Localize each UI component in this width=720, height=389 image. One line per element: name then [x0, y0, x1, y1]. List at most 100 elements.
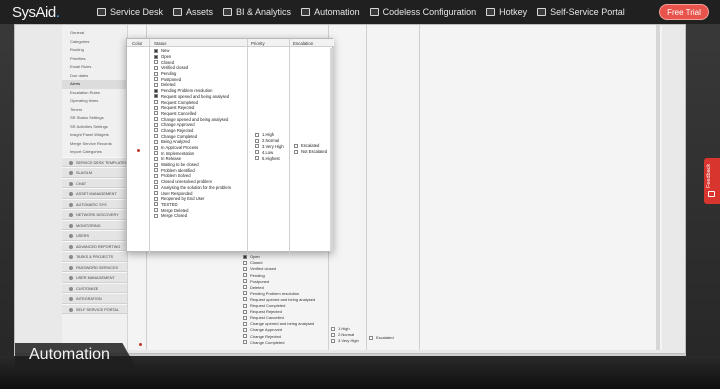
free-trial-button[interactable]: Free Trial: [659, 4, 709, 20]
sidebar-section[interactable]: NETWORK DISCOVERY: [62, 209, 127, 220]
status-checkbox[interactable]: [154, 60, 158, 65]
checkbox[interactable]: [331, 326, 335, 331]
escalation-option[interactable]: Not Escalated: [294, 149, 327, 155]
checkbox[interactable]: [369, 335, 373, 340]
checkbox[interactable]: [243, 321, 247, 326]
checkbox[interactable]: [243, 340, 247, 345]
checkbox[interactable]: [243, 254, 247, 259]
nav-item-assets[interactable]: Assets: [173, 7, 213, 17]
status-checkbox[interactable]: [154, 173, 158, 178]
status-checkbox[interactable]: [154, 139, 158, 144]
status-checkbox[interactable]: [154, 105, 158, 110]
sidebar-subitem[interactable]: Insight Panel Widgets: [62, 131, 127, 140]
status-checkbox[interactable]: [154, 134, 158, 139]
sidebar-section[interactable]: PASSWORD SERVICES: [62, 261, 127, 272]
status-checkbox[interactable]: [154, 77, 158, 82]
sidebar-subitem[interactable]: Merge Service Records: [62, 140, 127, 149]
status-checkbox[interactable]: [154, 196, 158, 201]
checkbox[interactable]: [243, 327, 247, 332]
checkbox[interactable]: [243, 334, 247, 339]
priority-checkbox[interactable]: [255, 156, 259, 161]
status-option[interactable]: Merge Closed: [154, 213, 231, 219]
sidebar-subitem[interactable]: Import Categories: [62, 148, 127, 157]
status-checkbox[interactable]: [154, 117, 158, 122]
escalation-checkbox[interactable]: [294, 143, 298, 148]
sidebar-section[interactable]: AUTOMATIC SYS: [62, 198, 127, 209]
sidebar-section[interactable]: TASKS & PROJECTS: [62, 251, 127, 262]
status-checkbox[interactable]: [154, 191, 158, 196]
status-checkbox[interactable]: [154, 65, 158, 70]
status-checkbox[interactable]: [154, 100, 158, 105]
status-checkbox[interactable]: [154, 151, 158, 156]
status-checkbox[interactable]: [154, 82, 158, 87]
status-checkbox[interactable]: [154, 162, 158, 167]
status-checkbox[interactable]: [154, 54, 158, 59]
sidebar-subitem[interactable]: SR Activities Settings: [62, 123, 127, 132]
sidebar-section[interactable]: MONITORING: [62, 219, 127, 230]
status-checkbox[interactable]: [154, 88, 158, 93]
status-option[interactable]: Change opened and being analysed: [154, 116, 231, 122]
sidebar-subitem[interactable]: Email Rules: [62, 63, 127, 72]
status-checkbox[interactable]: [154, 185, 158, 190]
status-checkbox[interactable]: [154, 128, 158, 133]
priority-option[interactable]: 5.Highest: [255, 155, 284, 161]
checkbox[interactable]: [243, 266, 247, 271]
checkbox[interactable]: [331, 338, 335, 343]
status-checkbox[interactable]: [154, 48, 158, 53]
sidebar-section[interactable]: SERVICE DESK TEMPLATES: [62, 156, 127, 167]
priority-checkbox[interactable]: [255, 150, 259, 155]
status-checkbox[interactable]: [154, 71, 158, 76]
sidebar-section[interactable]: USERS: [62, 230, 127, 241]
status-checkbox[interactable]: [154, 111, 158, 116]
popup-scrollbar[interactable]: [330, 48, 333, 252]
status-checkbox[interactable]: [154, 94, 158, 99]
status-checkbox[interactable]: [154, 213, 158, 218]
status-checkbox[interactable]: [154, 168, 158, 173]
status-option[interactable]: Analysing the solution for the problem: [154, 185, 231, 191]
sidebar-section[interactable]: CUSTOMIZE: [62, 282, 127, 293]
sidebar-subitem[interactable]: Routing: [62, 46, 127, 55]
sidebar-section[interactable]: SLA/SLM: [62, 167, 127, 178]
status-checkbox[interactable]: [154, 145, 158, 150]
sidebar-subitem[interactable]: Timers: [62, 106, 127, 115]
checkbox[interactable]: [243, 291, 247, 296]
sidebar-subitem[interactable]: Categories: [62, 38, 127, 47]
sidebar-section[interactable]: USER MANAGEMENT: [62, 272, 127, 283]
priority-checkbox[interactable]: [255, 132, 259, 137]
sidebar-section[interactable]: ADVANCED REPORTING: [62, 240, 127, 251]
scrollbar[interactable]: [656, 25, 660, 350]
nav-item-service-desk[interactable]: Service Desk: [97, 7, 163, 17]
nav-item-self-service-portal[interactable]: Self-Service Portal: [537, 7, 625, 17]
sidebar-subitem[interactable]: General: [62, 29, 127, 38]
status-checkbox[interactable]: [154, 179, 158, 184]
checkbox[interactable]: [243, 260, 247, 265]
checkbox[interactable]: [331, 332, 335, 337]
nav-item-hotkey[interactable]: Hotkey: [486, 7, 527, 17]
status-checkbox[interactable]: [154, 156, 158, 161]
sysaid-logo[interactable]: SysAid.: [12, 4, 60, 21]
status-option[interactable]: Request opened and being analysed: [154, 94, 231, 100]
sidebar-subitem[interactable]: Priorities: [62, 55, 127, 64]
checkbox[interactable]: [243, 303, 247, 308]
sidebar-subitem[interactable]: Operating times: [62, 97, 127, 106]
sidebar-subitem[interactable]: Escalation Rules: [62, 89, 127, 98]
checkbox[interactable]: [243, 279, 247, 284]
nav-item-automation[interactable]: Automation: [301, 7, 360, 17]
status-checkbox[interactable]: [154, 122, 158, 127]
sidebar-section[interactable]: SELF SERVICE PORTAL: [62, 303, 127, 314]
priority-checkbox[interactable]: [255, 138, 259, 143]
checkbox[interactable]: [243, 309, 247, 314]
escalation-checkbox[interactable]: [294, 149, 298, 154]
sidebar-subitem[interactable]: SR Status Settings: [62, 114, 127, 123]
checkbox[interactable]: [243, 315, 247, 320]
checkbox[interactable]: [243, 285, 247, 290]
nav-item-bi-analytics[interactable]: BI & Analytics: [223, 7, 291, 17]
checkbox[interactable]: [243, 273, 247, 278]
sidebar-section[interactable]: CHAT: [62, 177, 127, 188]
feedback-tab[interactable]: Feedback: [704, 158, 720, 204]
nav-item-codeless-configuration[interactable]: Codeless Configuration: [369, 7, 476, 17]
status-checkbox[interactable]: [154, 202, 158, 207]
status-checkbox[interactable]: [154, 208, 158, 213]
checkbox[interactable]: [243, 297, 247, 302]
sidebar-section[interactable]: ASSET MANAGEMENT: [62, 188, 127, 199]
